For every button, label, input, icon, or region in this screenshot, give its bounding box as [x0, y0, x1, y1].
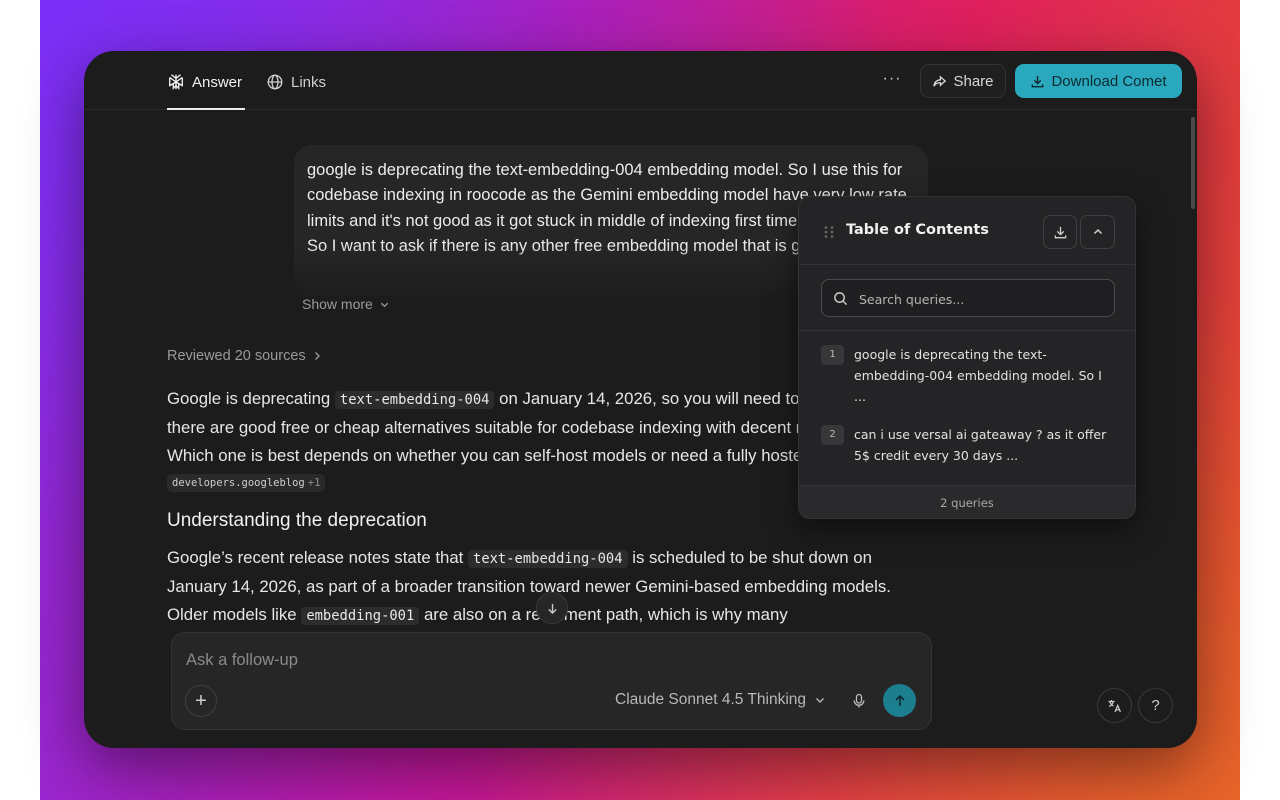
answer-text: Google is deprecating: [167, 389, 335, 408]
inline-code: text-embedding-004: [334, 391, 495, 409]
model-selector[interactable]: Claude Sonnet 4.5 Thinking: [615, 691, 826, 709]
send-button[interactable]: [883, 684, 916, 717]
citation-chip[interactable]: developers.googleblog +1: [167, 474, 326, 493]
language-button[interactable]: [1097, 688, 1132, 723]
model-name: Claude Sonnet 4.5 Thinking: [615, 691, 807, 708]
search-icon: [834, 292, 848, 306]
drag-handle-icon[interactable]: [823, 225, 835, 239]
follow-up-input[interactable]: [186, 647, 786, 673]
show-more-label: Show more: [302, 296, 373, 312]
more-options-button[interactable]: ···: [880, 69, 904, 93]
arrow-up-icon: [894, 694, 905, 706]
divider: [799, 330, 1135, 331]
reviewed-sources-link[interactable]: Reviewed 20 sources: [167, 348, 322, 364]
tab-links-label: Links: [291, 73, 327, 91]
download-icon: [1032, 75, 1044, 87]
follow-up-box: + Claude Sonnet 4.5 Thinking: [171, 632, 932, 730]
scroll-to-bottom-button[interactable]: [536, 592, 568, 624]
table-of-contents-panel: Table of Contents 1 google is deprecatin…: [798, 196, 1136, 519]
toc-item-text: can i use versal ai gateaway ? as it off…: [854, 427, 1107, 463]
top-bar: Answer Links ··· Share Download Comet: [84, 51, 1197, 110]
microphone-icon: [853, 693, 865, 708]
answer-text: are also on a retirement path, which is …: [419, 604, 788, 624]
voice-input-button[interactable]: [848, 690, 870, 712]
active-tab-indicator: [167, 108, 245, 110]
toc-item-text: google is deprecating the text-embedding…: [854, 347, 1102, 404]
help-button[interactable]: ?: [1138, 688, 1173, 723]
answer-text: Google’s recent release notes state that: [167, 548, 469, 568]
download-icon: [1054, 226, 1066, 238]
arrow-down-icon: [547, 603, 557, 614]
toc-item-number: 2: [821, 425, 844, 445]
perplexity-icon: [169, 74, 183, 90]
globe-icon: [267, 74, 283, 90]
chevron-up-icon: [1093, 228, 1102, 235]
toc-search-input[interactable]: [859, 288, 1109, 310]
citation-count: +1: [307, 477, 321, 490]
app-window: Answer Links ··· Share Download Comet go…: [84, 51, 1197, 748]
show-more-button[interactable]: Show more: [302, 296, 390, 312]
toc-header: Table of Contents: [799, 197, 1135, 265]
inline-code: text-embedding-004: [468, 550, 628, 569]
citation-source: developers.googleblog: [172, 477, 305, 490]
toc-query-count: 2 queries: [799, 485, 1135, 518]
translate-icon: [1108, 699, 1121, 712]
toc-item-number: 1: [821, 345, 844, 365]
share-label: Share: [953, 72, 994, 90]
toc-download-button[interactable]: [1043, 215, 1077, 249]
share-icon: [933, 74, 947, 87]
download-comet-label: Download Comet: [1051, 72, 1167, 90]
add-attachment-button[interactable]: +: [185, 685, 217, 717]
share-button[interactable]: Share: [920, 64, 1006, 98]
scrollbar[interactable]: [1191, 117, 1195, 209]
toc-collapse-button[interactable]: [1080, 215, 1115, 249]
chevron-down-icon: [380, 302, 388, 307]
reviewed-sources-label: Reviewed 20 sources: [167, 348, 306, 364]
toc-search-field: [821, 279, 1115, 317]
inline-code: embedding-001: [301, 606, 420, 625]
chevron-right-icon: [314, 352, 320, 360]
tab-answer[interactable]: Answer: [167, 71, 242, 93]
tab-links[interactable]: Links: [266, 71, 326, 93]
chevron-down-icon: [816, 698, 825, 703]
tab-answer-label: Answer: [192, 73, 243, 91]
toc-title: Table of Contents: [846, 222, 989, 238]
download-comet-button[interactable]: Download Comet: [1015, 64, 1182, 98]
